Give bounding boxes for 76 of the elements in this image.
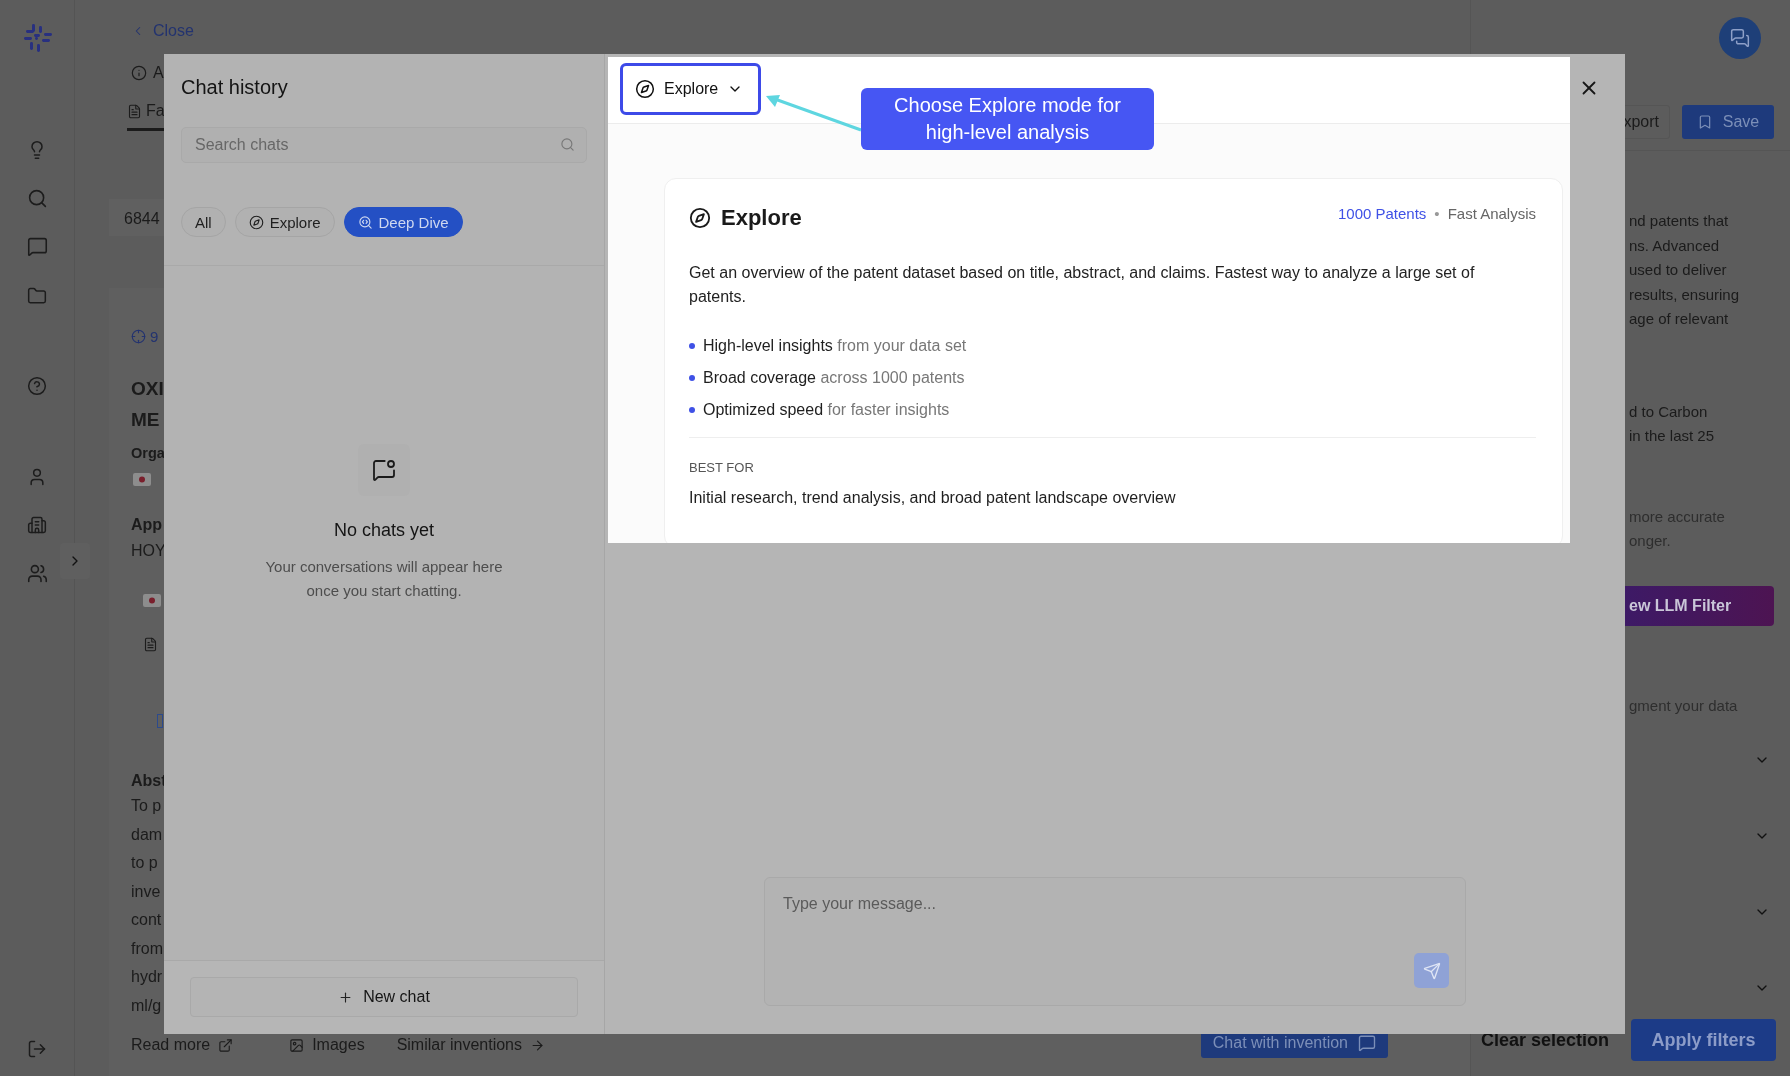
chat-icon	[1358, 1034, 1376, 1052]
save-button[interactable]: Save	[1682, 105, 1774, 139]
help-icon[interactable]	[27, 376, 47, 396]
mode-dropdown[interactable]: Explore	[620, 63, 761, 115]
messages-icon	[1730, 28, 1750, 48]
result-title: ME	[131, 408, 160, 432]
speed-label: Fast Analysis	[1447, 205, 1536, 222]
abstract-text: to p	[131, 853, 158, 873]
bullet-icon	[689, 343, 695, 349]
flag-icon	[133, 473, 151, 486]
search-sparkle-icon	[357, 214, 373, 230]
patent-count: 1000 Patents	[1337, 205, 1427, 222]
search-icon[interactable]	[26, 188, 48, 209]
arrow-right-icon	[530, 1037, 545, 1053]
best-for-label: BEST FOR	[689, 460, 755, 475]
result-action-link[interactable]: Images	[289, 1036, 365, 1054]
separator-dot: •	[1434, 205, 1440, 222]
apply-filters-button[interactable]: Apply filters	[1631, 1019, 1777, 1061]
feature-text: Optimized speed for faster insights	[703, 401, 950, 419]
best-for-text: Initial research, trend analysis, and broad patent landscape overview	[689, 489, 1177, 507]
logo-icon	[22, 22, 52, 54]
new-chat-button[interactable]: New chat	[190, 977, 578, 1017]
filter-chip[interactable]: Explore	[234, 207, 335, 237]
close-link[interactable]: Close	[153, 22, 194, 41]
flag-icon	[143, 594, 161, 607]
feature-text: Broad coverage across 1000 patents	[703, 369, 965, 387]
users-icon[interactable]	[26, 563, 48, 584]
result-title: OXI	[131, 377, 164, 401]
empty-title: No chats yet	[333, 520, 434, 541]
mode-title: Explore	[721, 205, 802, 231]
filter-chip[interactable]: Deep Dive	[343, 207, 463, 237]
result-number: 9	[150, 328, 159, 345]
tutorial-callout: Choose Explore mode for high-level analysis	[861, 88, 1154, 150]
external-link-icon	[218, 1037, 234, 1053]
abstract-text: ml/g	[131, 995, 162, 1016]
abstract-text: from	[131, 938, 163, 959]
organization-label: Orga	[131, 445, 165, 461]
compass-icon	[689, 207, 711, 229]
empty-text: Your conversations will appear here once you start chatting.	[264, 557, 504, 601]
info-label: A	[153, 64, 164, 83]
search-icon	[560, 137, 575, 152]
image-icon	[289, 1037, 305, 1053]
mode-description: Get an overview of the patent dataset based on title, abstract, and claims. Fastest way to analyze a large set of patents.	[689, 263, 1476, 307]
abstract-text: hydr	[131, 967, 163, 987]
plus-icon	[338, 989, 354, 1005]
target-icon	[131, 329, 146, 344]
feature-text: High-level insights from your data set	[703, 337, 967, 355]
panel-text: nd patents that ns. Advanced used to deliver results, ensuring age of relevant	[1629, 211, 1741, 329]
abstract-text: cont	[131, 910, 162, 930]
clear-selection-button[interactable]: Clear selection	[1481, 1029, 1610, 1051]
compass-icon	[635, 79, 655, 99]
applicant-label: App	[131, 516, 163, 534]
compass-icon	[248, 214, 264, 230]
panel-text: d to Carbon in the last 25	[1629, 401, 1716, 446]
bullet-icon	[689, 375, 695, 381]
message-input[interactable]: Type your message...	[781, 894, 1449, 914]
folder-icon[interactable]	[27, 286, 47, 306]
chat-fab[interactable]	[1719, 17, 1761, 59]
abstract-text: To p	[131, 796, 162, 816]
applicant-name: HOY	[131, 542, 166, 560]
user-icon[interactable]	[27, 467, 47, 487]
result-action-link[interactable]: Similar inventions	[396, 1036, 545, 1054]
logout-icon[interactable]	[27, 1039, 47, 1059]
panel-title: Chat history	[181, 76, 289, 99]
chat-icon[interactable]	[26, 236, 48, 257]
send-icon	[1422, 961, 1441, 980]
result-action-link[interactable]: Read more	[131, 1036, 234, 1054]
filter-chip[interactable]: All	[181, 207, 226, 237]
info-icon	[131, 65, 147, 82]
abstract-text: dam	[131, 824, 163, 845]
search-field[interactable]: Search chats	[181, 127, 587, 163]
bullet-icon	[689, 407, 695, 413]
building-icon[interactable]	[27, 515, 47, 535]
abstract-text: inve	[131, 881, 161, 902]
count-card: 6844	[109, 199, 167, 236]
send-button[interactable]	[1414, 953, 1449, 988]
